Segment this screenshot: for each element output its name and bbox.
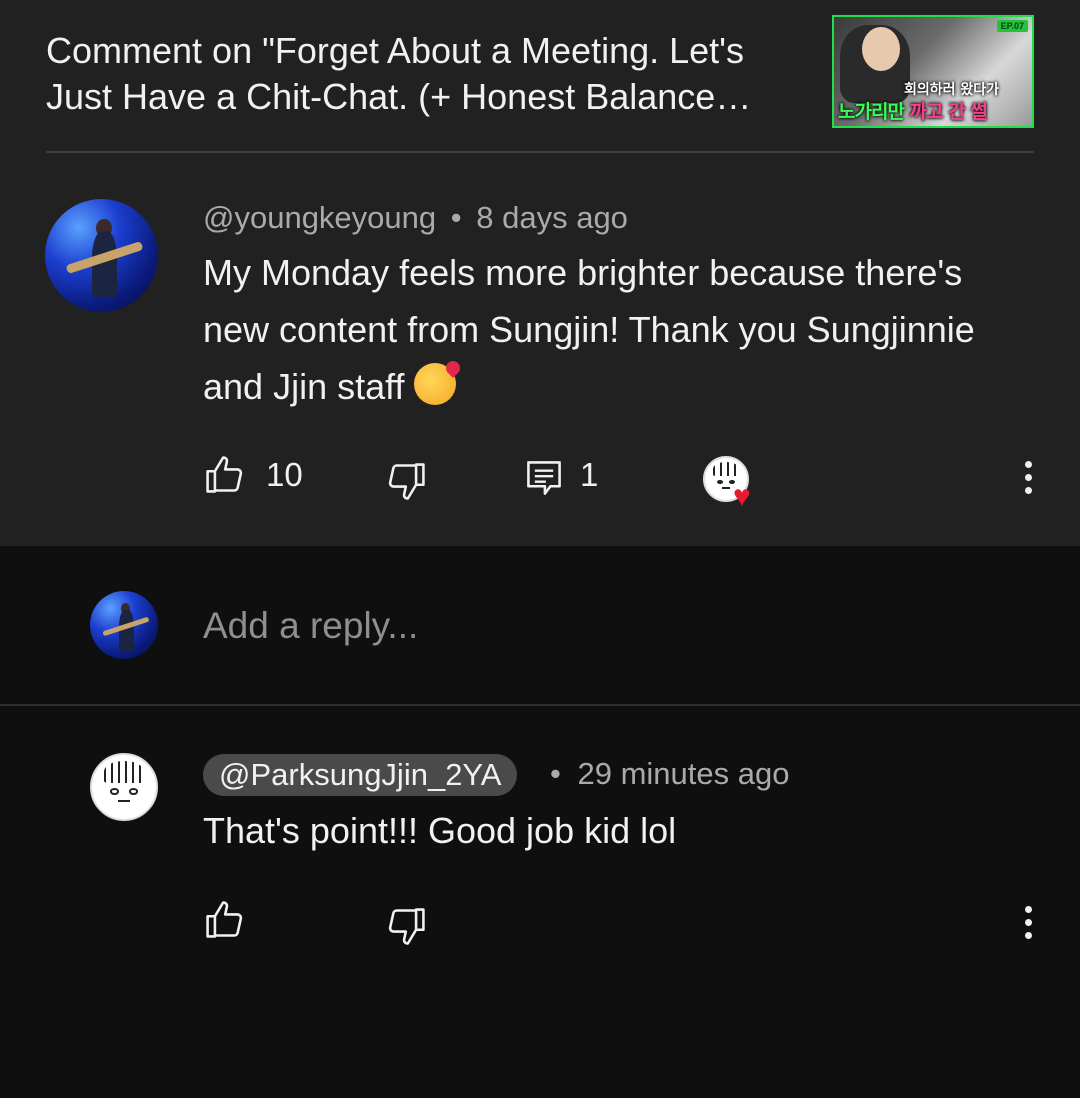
reply-time: 29 minutes ago: [577, 756, 790, 791]
reply-more-options-icon[interactable]: [1025, 906, 1033, 942]
thumbnail-caption-green: 노가리만: [838, 101, 905, 123]
header-divider: [46, 151, 1034, 153]
episode-badge: EP.07: [996, 20, 1028, 32]
reply-author-avatar[interactable]: [90, 753, 158, 821]
comment-meta: @youngkeyoung • 8 days ago: [203, 200, 628, 236]
reply-text: That's point!!! Good job kid lol: [203, 810, 677, 851]
comment-author-avatar[interactable]: [45, 199, 158, 312]
dislike-icon[interactable]: [384, 460, 428, 504]
video-thumbnail[interactable]: EP.07 회의하러 왔다가 노가리만 까고 간 썰: [832, 15, 1034, 128]
add-reply-input[interactable]: Add a reply...: [203, 605, 418, 647]
reply-divider: [0, 704, 1080, 706]
like-icon[interactable]: [203, 452, 247, 496]
comment-card: Comment on "Forget About a Meeting. Let'…: [0, 0, 1080, 546]
avatar-hair: [712, 462, 740, 477]
reply-count: 1: [580, 456, 599, 493]
thumbnail-caption-main: 노가리만 까고 간 썰: [838, 97, 988, 124]
avatar-eye-left: [109, 788, 119, 795]
avatar-hair: [103, 761, 145, 784]
smiling-face-with-hearts-icon: [414, 363, 457, 405]
like-count: 10: [266, 456, 303, 493]
meta-separator: •: [550, 756, 561, 791]
avatar-mouth: [721, 487, 731, 490]
reply-like-icon[interactable]: [203, 897, 247, 941]
reply-dislike-icon[interactable]: [384, 905, 428, 949]
creator-heart-badge: ♥: [703, 456, 767, 514]
comment-body: My Monday feels more brighter because th…: [203, 244, 1003, 415]
comment-text: My Monday feels more brighter because th…: [203, 252, 975, 407]
comment-time: 8 days ago: [476, 200, 628, 235]
thumbnail-caption-pink: 까고 간 썰: [909, 101, 988, 123]
page-title: Comment on "Forget About a Meeting. Let'…: [46, 30, 745, 117]
meta-separator: •: [450, 200, 462, 235]
reply-meta: • 29 minutes ago: [550, 756, 789, 792]
avatar-mouth: [117, 799, 131, 802]
more-options-icon[interactable]: [1025, 461, 1033, 497]
current-user-avatar: [90, 591, 158, 659]
reply-author-chip[interactable]: @ParksungJjin_2YA: [203, 754, 518, 796]
reply-icon[interactable]: [522, 456, 566, 500]
avatar-eye-left: [716, 479, 723, 485]
heart-icon: ♥: [733, 480, 751, 513]
thumbnail-face: [862, 27, 900, 71]
thumbnail-caption-top: 회의하러 왔다가: [904, 82, 1000, 98]
comment-author[interactable]: @youngkeyoung: [203, 200, 436, 235]
avatar-eye-right: [129, 788, 139, 795]
